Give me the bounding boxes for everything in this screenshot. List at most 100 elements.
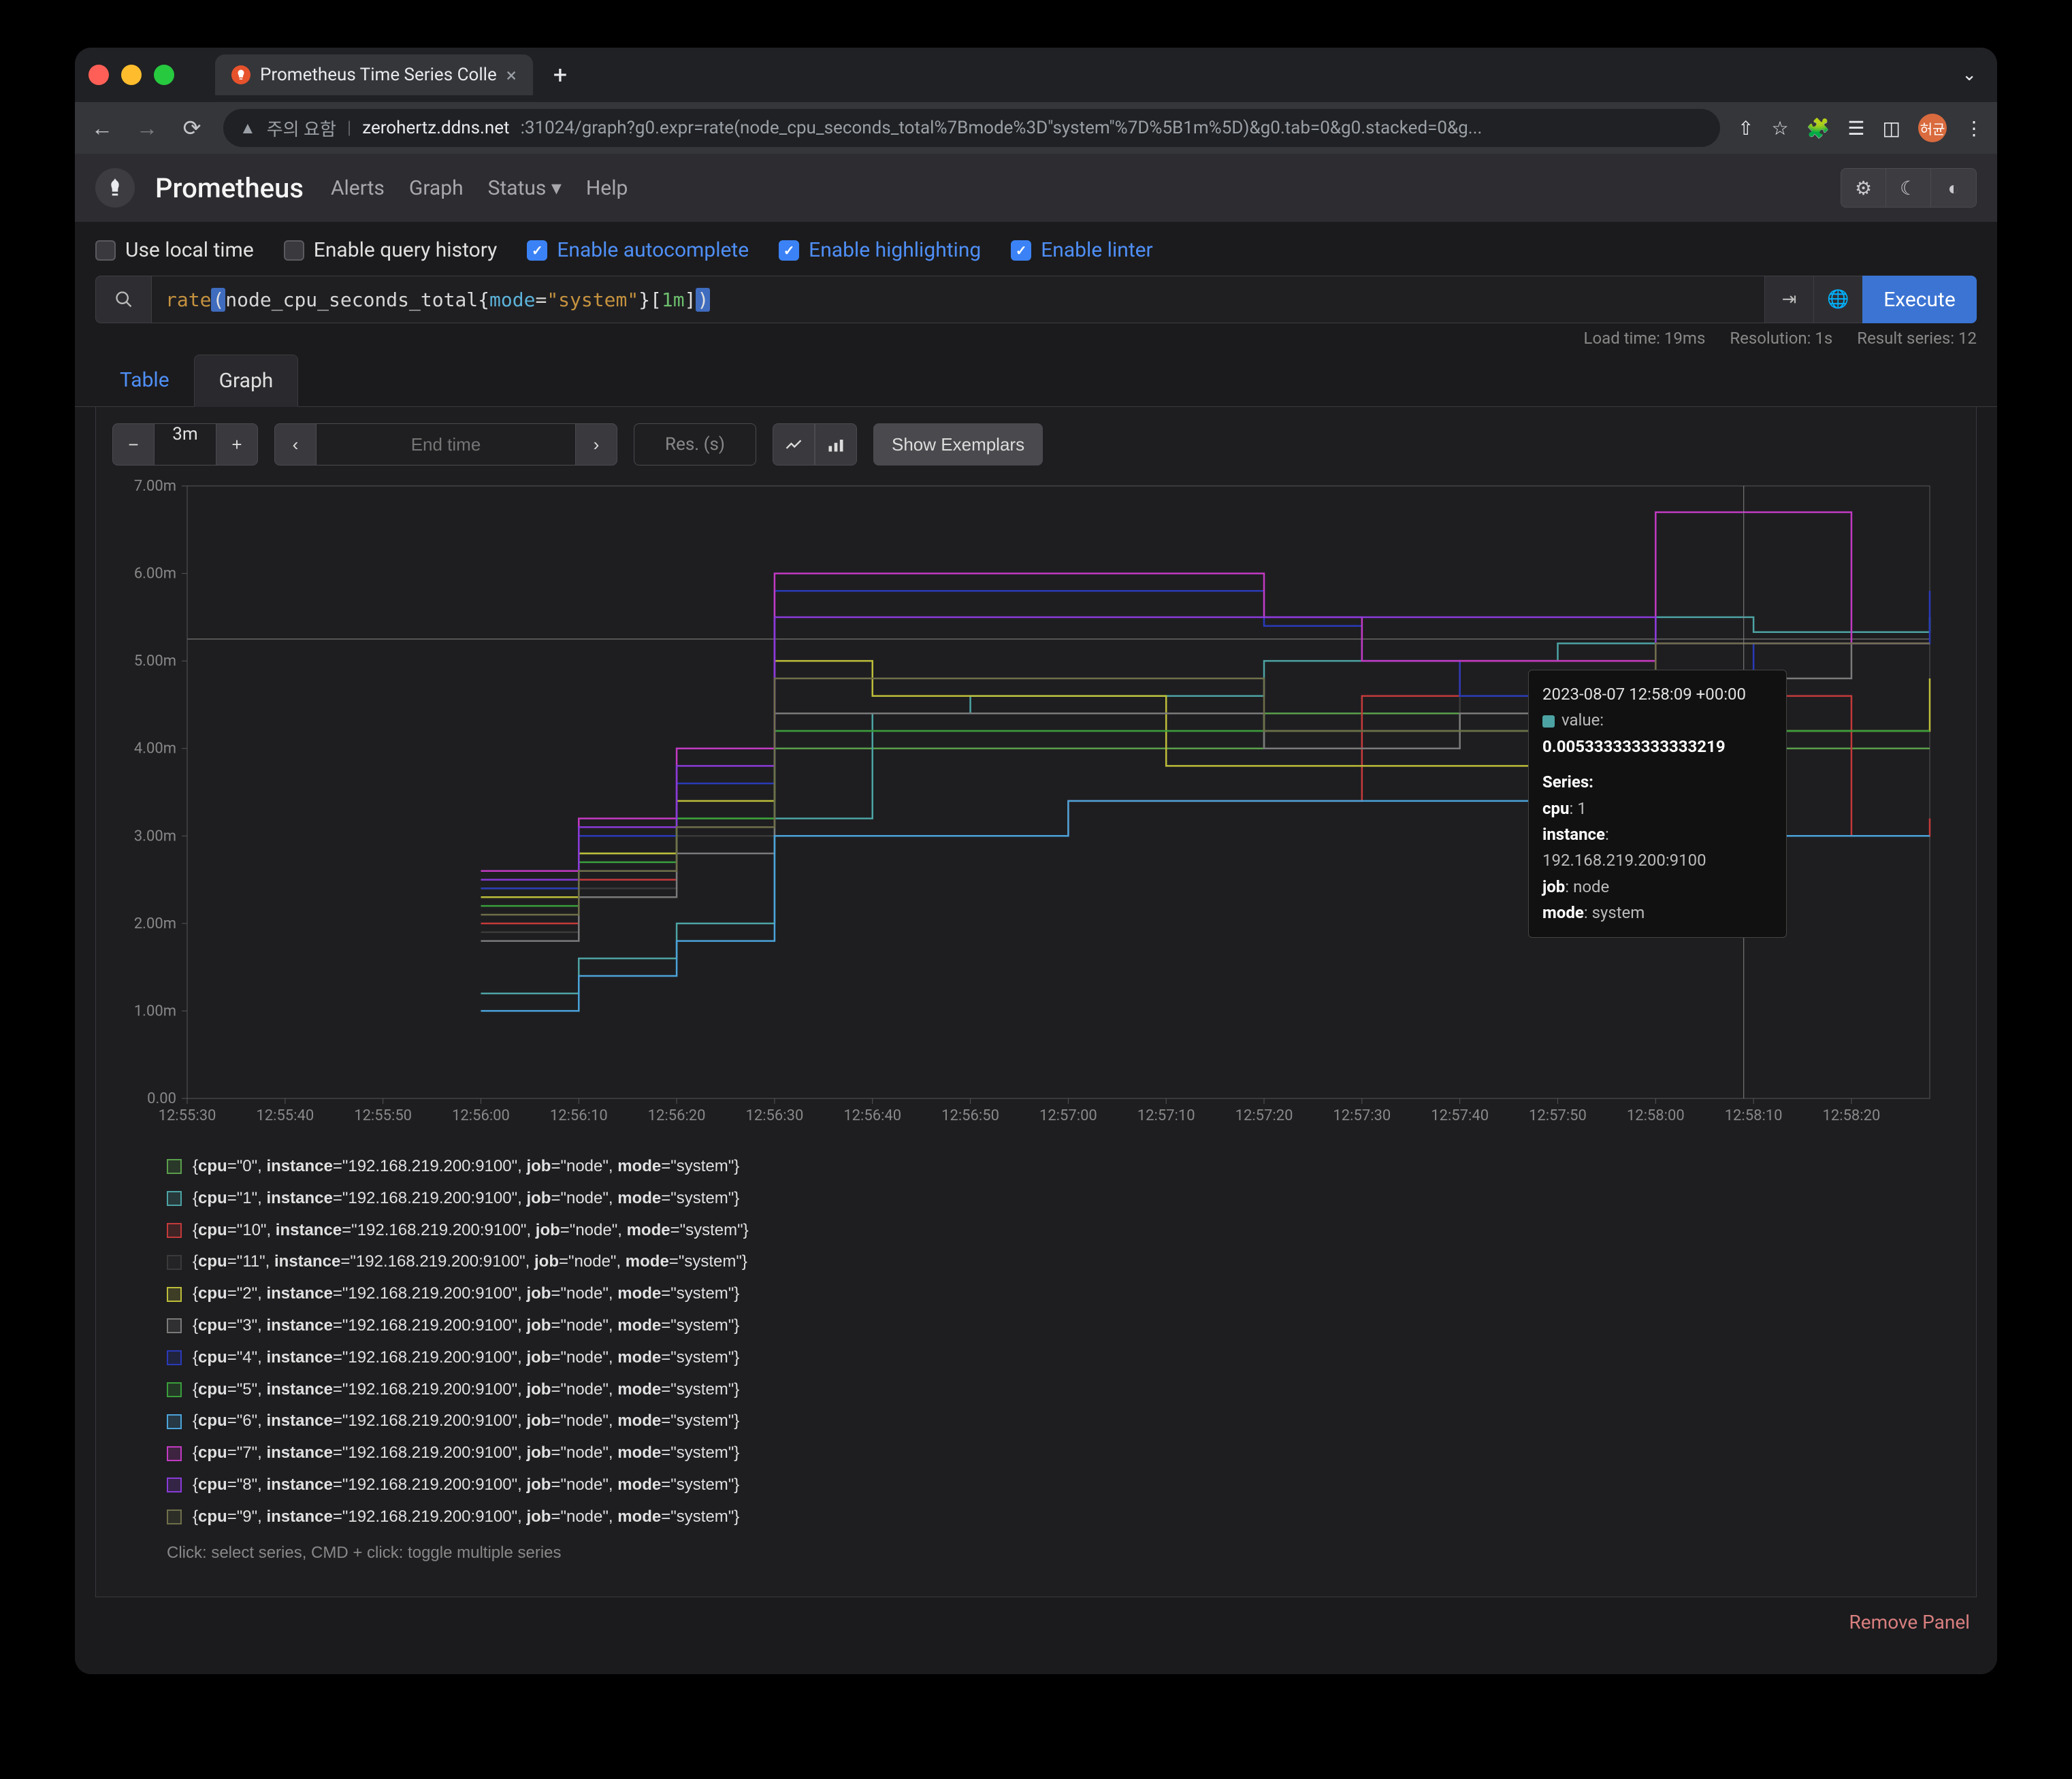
- address-bar[interactable]: ▲ 주의 요함 | zerohertz.ddns.net:31024/graph…: [223, 109, 1720, 147]
- menu-icon[interactable]: ⋮: [1964, 117, 1984, 140]
- svg-text:12:55:50: 12:55:50: [354, 1107, 412, 1124]
- nav-alerts[interactable]: Alerts: [331, 176, 385, 200]
- range-selector: − 3m +: [112, 423, 258, 466]
- app-header: Prometheus Alerts Graph Status ▾ Help ⚙ …: [75, 154, 1997, 222]
- legend-item[interactable]: {cpu="2", instance="192.168.219.200:9100…: [167, 1280, 1905, 1308]
- time-prev-button[interactable]: ‹: [274, 423, 317, 466]
- globe-icon[interactable]: 🌐: [1813, 276, 1862, 323]
- address-bar-row: ← → ⟳ ▲ 주의 요함 | zerohertz.ddns.net:31024…: [75, 102, 1997, 154]
- legend-item[interactable]: {cpu="1", instance="192.168.219.200:9100…: [167, 1185, 1905, 1213]
- prometheus-favicon-icon: [231, 65, 250, 84]
- contrast-icon[interactable]: ◐: [1931, 169, 1976, 207]
- back-button[interactable]: ←: [88, 115, 116, 141]
- graph-panel: − 3m + ‹ › Res. (s): [95, 407, 1977, 1597]
- legend-item[interactable]: {cpu="6", instance="192.168.219.200:9100…: [167, 1407, 1905, 1435]
- legend-item[interactable]: {cpu="8", instance="192.168.219.200:9100…: [167, 1471, 1905, 1499]
- traffic-lights: [88, 65, 174, 85]
- legend-item[interactable]: {cpu="0", instance="192.168.219.200:9100…: [167, 1153, 1905, 1181]
- legend-swatch-icon: [167, 1191, 182, 1206]
- close-tab-icon[interactable]: ×: [506, 64, 517, 86]
- legend-swatch-icon: [167, 1223, 182, 1238]
- legend-item[interactable]: {cpu="4", instance="192.168.219.200:9100…: [167, 1344, 1905, 1372]
- window-menu-icon[interactable]: ⌄: [1962, 65, 1977, 85]
- query-input[interactable]: rate(node_cpu_seconds_total{mode="system…: [151, 276, 1764, 323]
- legend-text: {cpu="8", instance="192.168.219.200:9100…: [193, 1471, 739, 1499]
- tooltip-field: cpu: 1: [1542, 796, 1772, 821]
- svg-text:12:57:00: 12:57:00: [1039, 1107, 1097, 1124]
- search-icon[interactable]: [95, 276, 151, 323]
- nav-graph[interactable]: Graph: [409, 176, 464, 200]
- time-next-button[interactable]: ›: [575, 423, 617, 466]
- dark-mode-icon[interactable]: ☾: [1886, 169, 1931, 207]
- close-window-button[interactable]: [88, 65, 109, 85]
- chart-tooltip: 2023-08-07 12:58:09 +00:00 value: 0.0053…: [1528, 670, 1787, 938]
- security-warning-text: 주의 요함: [267, 116, 336, 141]
- browser-tab-title: Prometheus Time Series Colle: [260, 65, 497, 85]
- reload-button[interactable]: ⟳: [178, 115, 206, 141]
- new-tab-button[interactable]: +: [553, 61, 567, 89]
- legend-item[interactable]: {cpu="3", instance="192.168.219.200:9100…: [167, 1312, 1905, 1340]
- maximize-window-button[interactable]: [154, 65, 174, 85]
- reading-list-icon[interactable]: ☰: [1847, 117, 1864, 140]
- minimize-window-button[interactable]: [121, 65, 142, 85]
- tooltip-swatch-icon: [1542, 715, 1555, 728]
- checkbox-icon[interactable]: [779, 240, 799, 261]
- tooltip-series-label: Series:: [1542, 769, 1772, 795]
- query-meta-row: Load time: 19ms Resolution: 1s Result se…: [75, 323, 1997, 348]
- browser-window: Prometheus Time Series Colle × + ⌄ ← → ⟳…: [75, 48, 1997, 1674]
- option-3[interactable]: Enable highlighting: [779, 238, 981, 262]
- stacked-chart-icon[interactable]: [815, 423, 857, 466]
- profile-avatar[interactable]: 허균: [1918, 114, 1947, 142]
- execute-button[interactable]: Execute: [1862, 276, 1977, 323]
- format-query-icon[interactable]: ⇥: [1764, 276, 1813, 323]
- legend-item[interactable]: {cpu="9", instance="192.168.219.200:9100…: [167, 1503, 1905, 1531]
- legend-item[interactable]: {cpu="11", instance="192.168.219.200:910…: [167, 1248, 1905, 1276]
- svg-text:12:56:10: 12:56:10: [550, 1107, 608, 1124]
- chart-area[interactable]: 0.001.00m2.00m3.00m4.00m5.00m6.00m7.00m1…: [112, 479, 1960, 1126]
- end-time-input[interactable]: [317, 423, 575, 466]
- svg-text:12:56:50: 12:56:50: [941, 1107, 999, 1124]
- resolution-input[interactable]: Res. (s): [634, 423, 756, 466]
- share-icon[interactable]: ⇧: [1738, 117, 1753, 140]
- svg-text:12:56:00: 12:56:00: [452, 1107, 510, 1124]
- show-exemplars-button[interactable]: Show Exemplars: [873, 423, 1043, 466]
- legend-hint: Click: select series, CMD + click: toggl…: [167, 1539, 1905, 1567]
- tooltip-field: job: node: [1542, 874, 1772, 900]
- legend-text: {cpu="5", instance="192.168.219.200:9100…: [193, 1376, 739, 1404]
- checkbox-icon[interactable]: [95, 240, 116, 261]
- checkbox-icon[interactable]: [1011, 240, 1031, 261]
- nav-help[interactable]: Help: [586, 176, 628, 200]
- remove-panel-link[interactable]: Remove Panel: [75, 1597, 1997, 1654]
- range-increase-button[interactable]: +: [216, 423, 258, 466]
- legend-text: {cpu="11", instance="192.168.219.200:910…: [193, 1248, 747, 1276]
- option-0[interactable]: Use local time: [95, 238, 254, 262]
- svg-text:7.00m: 7.00m: [134, 479, 176, 495]
- extensions-icon[interactable]: 🧩: [1807, 117, 1830, 140]
- checkbox-icon[interactable]: [527, 240, 547, 261]
- legend-text: {cpu="1", instance="192.168.219.200:9100…: [193, 1185, 739, 1213]
- panel-controls: − 3m + ‹ › Res. (s): [112, 423, 1960, 466]
- load-time: Load time: 19ms: [1584, 329, 1706, 348]
- tab-graph[interactable]: Graph: [194, 355, 299, 407]
- forward-button[interactable]: →: [133, 115, 161, 141]
- sidepanel-icon[interactable]: ◫: [1883, 117, 1900, 140]
- settings-icon[interactable]: ⚙: [1841, 169, 1886, 207]
- range-decrease-button[interactable]: −: [112, 423, 155, 466]
- option-2[interactable]: Enable autocomplete: [527, 238, 749, 262]
- legend-item[interactable]: {cpu="5", instance="192.168.219.200:9100…: [167, 1376, 1905, 1404]
- range-value[interactable]: 3m: [155, 423, 216, 466]
- option-4[interactable]: Enable linter: [1011, 238, 1152, 262]
- result-series: Result series: 12: [1857, 329, 1977, 348]
- nav-status[interactable]: Status ▾: [488, 176, 562, 200]
- app-content: Prometheus Alerts Graph Status ▾ Help ⚙ …: [75, 154, 1997, 1674]
- legend-swatch-icon: [167, 1446, 182, 1461]
- tab-table[interactable]: Table: [95, 355, 194, 406]
- legend-item[interactable]: {cpu="10", instance="192.168.219.200:910…: [167, 1217, 1905, 1245]
- bookmark-icon[interactable]: ☆: [1771, 117, 1788, 140]
- browser-tab[interactable]: Prometheus Time Series Colle ×: [215, 54, 533, 95]
- tooltip-field: instance: 192.168.219.200:9100: [1542, 821, 1772, 874]
- option-1[interactable]: Enable query history: [284, 238, 498, 262]
- line-chart-icon[interactable]: [773, 423, 815, 466]
- checkbox-icon[interactable]: [284, 240, 304, 261]
- legend-item[interactable]: {cpu="7", instance="192.168.219.200:9100…: [167, 1439, 1905, 1467]
